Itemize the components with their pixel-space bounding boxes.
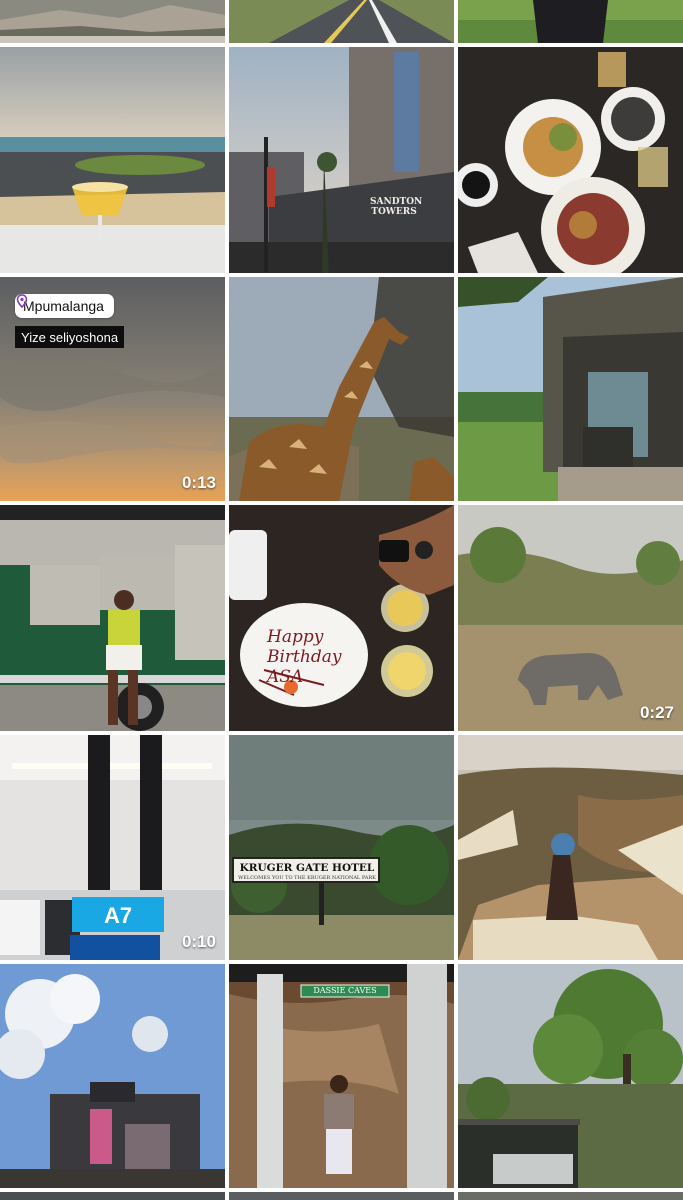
grid-tile[interactable]: SANDTON TOWERS	[229, 47, 454, 273]
building-sign: SANDTON TOWERS	[370, 197, 423, 217]
tile-image	[458, 277, 683, 501]
grid-tile[interactable]	[0, 505, 225, 731]
grid-tile[interactable]	[0, 1192, 225, 1200]
video-duration: 0:10	[181, 932, 216, 951]
grid-tile[interactable]	[229, 277, 454, 501]
grid-tile[interactable]	[458, 47, 683, 273]
tile-image	[229, 277, 454, 501]
gate-sign: A7	[104, 903, 133, 928]
grid-tile[interactable]: KRUGER GATE HOTEL WELCOMES YOU TO THE KR…	[229, 735, 454, 960]
grid-tile[interactable]	[229, 1192, 454, 1200]
tile-image	[0, 47, 225, 273]
tile-image	[229, 964, 454, 1188]
tile-image	[458, 735, 683, 960]
grid-tile[interactable]	[458, 735, 683, 960]
cave-sign: DASSIE CAVES	[313, 986, 377, 995]
grid-tile[interactable]	[0, 47, 225, 273]
grid-tile[interactable]	[458, 964, 683, 1188]
media-grid: SANDTON TOWERS Mpumalanga Yize seliyosho…	[0, 0, 683, 1200]
grid-tile[interactable]	[458, 1192, 683, 1200]
video-duration: 0:27	[639, 703, 674, 722]
video-duration: 0:13	[181, 473, 216, 492]
grid-tile[interactable]	[229, 0, 454, 43]
tile-image	[0, 505, 225, 731]
tile-image	[458, 964, 683, 1188]
grid-tile[interactable]: Mpumalanga Yize seliyoshona 0:13	[0, 277, 225, 501]
hotel-sign: KRUGER GATE HOTEL	[239, 862, 375, 874]
tile-image	[229, 505, 454, 731]
grid-tile[interactable]	[458, 277, 683, 501]
grid-tile[interactable]: A7 0:10	[0, 735, 225, 960]
grid-tile[interactable]: 0:27	[458, 505, 683, 731]
grid-tile[interactable]	[0, 964, 225, 1188]
tile-image	[458, 0, 683, 43]
grid-tile[interactable]: Happy Birthday ASA	[229, 505, 454, 731]
tile-image	[229, 0, 454, 43]
location-label: Mpumalanga	[23, 298, 104, 314]
grid-tile[interactable]: DASSIE CAVES	[229, 964, 454, 1188]
tile-image	[0, 964, 225, 1188]
location-sticker: Mpumalanga	[15, 294, 114, 318]
grid-tile[interactable]	[458, 0, 683, 43]
tile-image	[458, 47, 683, 273]
hotel-sign-subtext: WELCOMES YOU TO THE KRUGER NATIONAL PARK	[238, 875, 376, 881]
tile-image	[0, 0, 225, 43]
plate-writing: Happy Birthday ASA	[267, 627, 342, 687]
location-pin-icon	[16, 294, 28, 308]
tile-image	[229, 47, 454, 273]
caption-sticker: Yize seliyoshona	[15, 326, 125, 348]
tile-image	[229, 735, 454, 960]
grid-tile[interactable]	[0, 0, 225, 43]
tile-image	[458, 505, 683, 731]
